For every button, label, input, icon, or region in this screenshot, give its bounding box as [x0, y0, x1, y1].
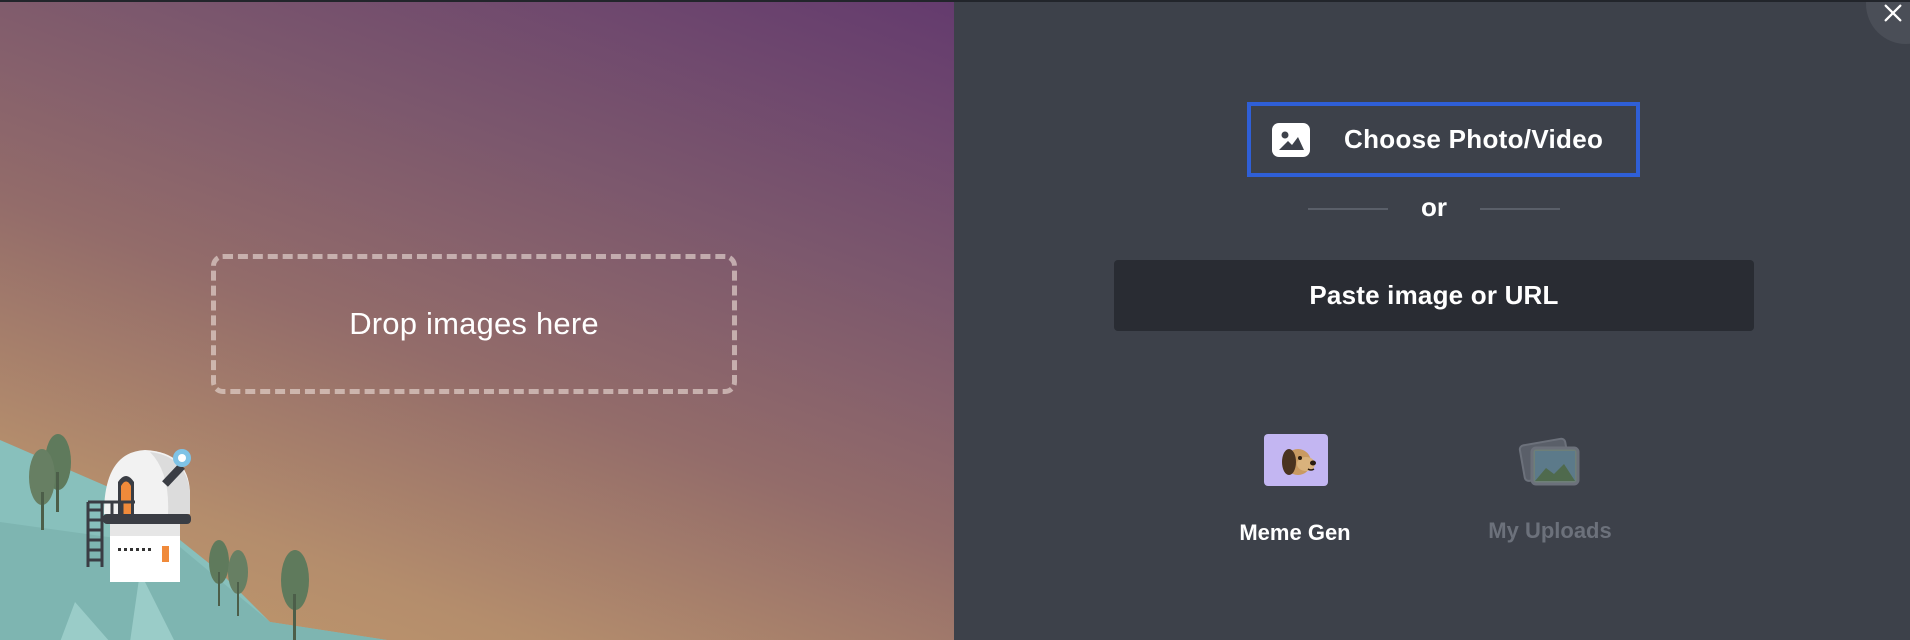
choose-photo-video-label: Choose Photo/Video — [1344, 124, 1604, 154]
divider-or: or — [1421, 192, 1447, 222]
hill-shadow — [0, 522, 387, 640]
my-uploads-label: My Uploads — [1488, 518, 1612, 543]
dropzone[interactable]: Drop images here — [211, 254, 737, 394]
dog-icon — [1264, 434, 1328, 486]
upload-options-panel: Choose Photo/Video or Paste image or URL… — [954, 2, 1910, 640]
upload-modal: Drop images here Choose Photo/Video or P… — [0, 0, 1910, 640]
meme-gen-label: Meme Gen — [1239, 520, 1351, 545]
divider-line-right — [1480, 208, 1560, 210]
close-icon — [1884, 4, 1902, 22]
observatory-illustration — [0, 434, 387, 640]
image-icon — [1272, 123, 1310, 157]
paste-image-url-button[interactable]: Paste image or URL — [1114, 260, 1754, 331]
dropzone-text: Drop images here — [349, 306, 599, 341]
drop-panel[interactable]: Drop images here — [0, 2, 954, 640]
choose-photo-video-button[interactable]: Choose Photo/Video — [1247, 102, 1640, 177]
photo-stack-icon — [1518, 437, 1580, 486]
divider-line-left — [1308, 208, 1388, 210]
observatory — [86, 449, 191, 582]
my-uploads-tile[interactable]: My Uploads — [1470, 432, 1630, 552]
meme-gen-tile[interactable]: Meme Gen — [1215, 432, 1375, 552]
